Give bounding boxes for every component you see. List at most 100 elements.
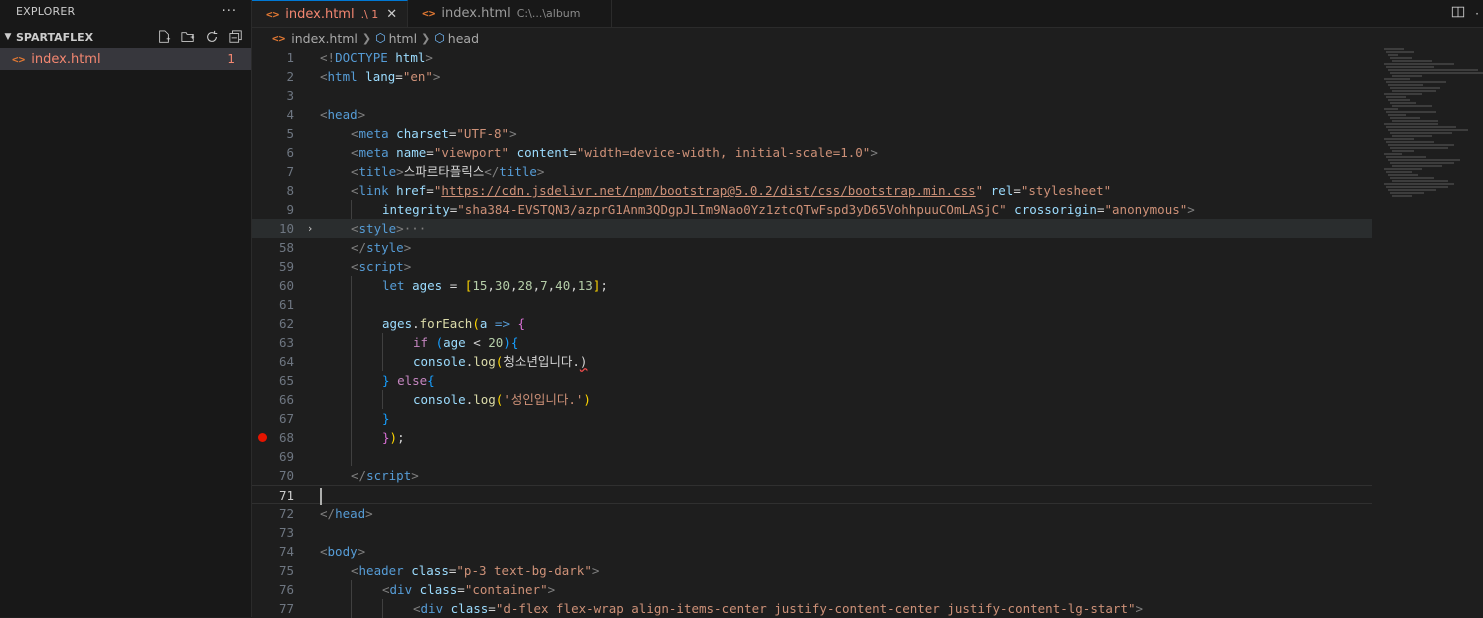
collapse-all-icon[interactable] — [227, 28, 245, 46]
code-line[interactable]: 77 <div class="d-flex flex-wrap align-ite… — [252, 599, 1372, 618]
line-number: 60 — [278, 278, 294, 293]
indent-guide — [351, 295, 382, 314]
code-line[interactable]: 8 <link href="https://cdn.jsdelivr.net/np… — [252, 181, 1372, 200]
more-actions-icon[interactable]: · — [1475, 7, 1479, 21]
tab-index-html-active[interactable]: <> index.html .\ 1 ✕ — [252, 0, 409, 27]
code-line[interactable]: 72 </head> — [252, 504, 1372, 523]
code-line[interactable]: 1 <!DOCTYPE html> — [252, 48, 1372, 67]
code-line[interactable]: 4 <head> — [252, 105, 1372, 124]
indent-guide — [320, 580, 351, 599]
indent-guide — [351, 200, 382, 219]
minimap-line — [1386, 51, 1414, 53]
minimap[interactable] — [1376, 48, 1483, 617]
refresh-icon[interactable] — [203, 28, 221, 46]
code-line[interactable]: 59 <script> — [252, 257, 1372, 276]
file-item-index-html[interactable]: <> index.html 1 — [0, 48, 251, 70]
line-number: 66 — [278, 392, 294, 407]
code-line[interactable]: 63 if (age < 20){ — [252, 333, 1372, 352]
minimap-line — [1388, 54, 1398, 56]
code-line[interactable]: 65} else{ — [252, 371, 1372, 390]
code-text: <header class="p-3 text-bg-dark"> — [320, 561, 599, 580]
line-number: 71 — [278, 488, 294, 503]
code-line[interactable]: 61 — [252, 295, 1372, 314]
line-number: 4 — [286, 107, 294, 122]
line-number: 63 — [278, 335, 294, 350]
code-line[interactable]: 75 <header class="p-3 text-bg-dark"> — [252, 561, 1372, 580]
editor-tabs: <> index.html .\ 1 ✕ <> index.html C:\..… — [252, 0, 1483, 28]
line-number: 59 — [278, 259, 294, 274]
breadcrumb-node-head[interactable]: head — [448, 31, 479, 46]
code-token: > — [536, 164, 545, 179]
code-line[interactable]: 67} — [252, 409, 1372, 428]
code-line[interactable]: 2 <html lang="en"> — [252, 67, 1372, 86]
code-token: < — [382, 582, 390, 597]
code-token: < — [320, 544, 328, 559]
folder-row[interactable]: ▼ SPARTAFLEX — [0, 26, 251, 48]
code-line[interactable]: 74 <body> — [252, 542, 1372, 561]
code-token: > — [357, 107, 366, 122]
code-line[interactable]: 5 <meta charset="UTF-8"> — [252, 124, 1372, 143]
code-token: { — [517, 316, 526, 331]
code-line[interactable]: 64 console.log(청소년입니다.) — [252, 352, 1372, 371]
close-icon[interactable]: ✕ — [386, 7, 397, 22]
fold-chevron-icon[interactable]: › — [304, 219, 316, 238]
code-token: 청소년입니다. — [503, 354, 580, 369]
new-folder-icon[interactable] — [179, 28, 197, 46]
code-line[interactable]: 69 — [252, 447, 1372, 466]
split-editor-icon[interactable] — [1451, 5, 1465, 22]
code-token: "width=device-width, initial-scale=1.0" — [576, 145, 871, 160]
code-line[interactable]: 71 — [252, 485, 1372, 505]
code-line[interactable]: 60 let ages = [15,30,28,7,40,13]; — [252, 276, 1372, 295]
code-text: <div class="container"> — [320, 580, 555, 599]
code-line[interactable]: 76 <div class="container"> — [252, 580, 1372, 599]
code-token: age — [443, 335, 466, 350]
indent-guide — [320, 314, 351, 333]
minimap-line — [1384, 78, 1410, 80]
tab-index-html-album[interactable]: <> index.html C:\...\album — [408, 0, 612, 27]
code-token: 40 — [555, 278, 571, 293]
indent-guide — [320, 466, 351, 485]
code-line[interactable]: 9 integrity = "sha384-EVSTQN3/azprG1Anm3QDg… — [252, 200, 1372, 219]
minimap-line — [1384, 123, 1438, 125]
line-number: 72 — [278, 506, 294, 521]
code-token: head — [327, 107, 358, 122]
chevron-down-icon[interactable]: ▼ — [0, 32, 16, 42]
code-line[interactable]: 73 — [252, 523, 1372, 542]
code-token: < — [351, 221, 359, 236]
code-line[interactable]: 10 › <style>··· — [252, 219, 1372, 238]
indent-guide — [320, 561, 351, 580]
code-line[interactable]: 6 <meta name="viewport" content="width=de… — [252, 143, 1372, 162]
more-actions-icon[interactable]: ··· — [222, 4, 237, 19]
code-token: html — [395, 50, 426, 65]
breadcrumb-node-html[interactable]: html — [389, 31, 417, 46]
code-line[interactable]: 68}); — [252, 428, 1372, 447]
code-line[interactable]: 70 </script> — [252, 466, 1372, 485]
code-token: > — [403, 259, 412, 274]
code-token: > — [547, 582, 556, 597]
code-token: div — [420, 601, 444, 616]
code-token: forEach — [419, 316, 473, 331]
code-token: style — [358, 221, 397, 236]
code-line[interactable]: 66 console.log('성인입니다.') — [252, 390, 1372, 409]
code-token: > — [357, 544, 366, 559]
minimap-line — [1390, 192, 1424, 194]
minimap-line — [1392, 165, 1442, 167]
code-token: class — [419, 582, 458, 597]
code-line[interactable]: 3 — [252, 86, 1372, 105]
code-text: console.log('성인입니다.') — [320, 390, 591, 409]
code-line[interactable]: 58 </style> — [252, 238, 1372, 257]
new-file-icon[interactable] — [155, 28, 173, 46]
indent-guide — [320, 124, 351, 143]
code-editor[interactable]: 1 <!DOCTYPE html> 2 <html lang="en"> 3 4 <head… — [252, 48, 1372, 618]
code-token: name — [396, 145, 427, 160]
code-line[interactable]: 62 ages.forEach(a => { — [252, 314, 1372, 333]
breadcrumb-file[interactable]: index.html — [291, 31, 358, 46]
code-line[interactable]: 7 <title>스파르타플릭스</title> — [252, 162, 1372, 181]
code-token: script — [366, 468, 412, 483]
code-text: }); — [320, 428, 405, 447]
